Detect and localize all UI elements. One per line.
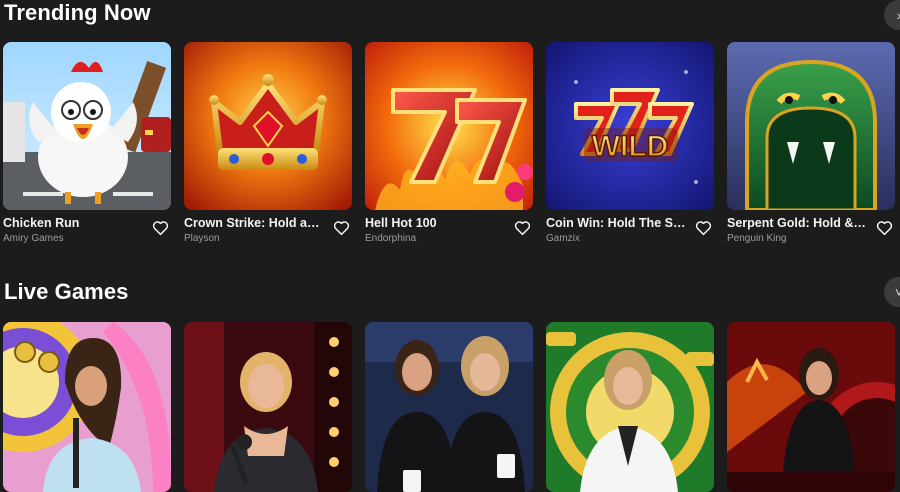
game-card[interactable]: WILD Coin Win: Hold The Spin Gamzix <box>546 42 714 256</box>
crown-art <box>184 42 352 210</box>
game-provider: Penguin King <box>727 233 787 244</box>
wheel-dealer-art <box>3 322 171 492</box>
snake-art <box>727 42 895 210</box>
trending-games-row: Chicken Run Amiry Games Crown Strike: Ho… <box>3 42 895 256</box>
live-scroll-button[interactable]: ˅ <box>884 277 900 307</box>
chevron-down-icon: ˅ <box>894 284 900 300</box>
trending-scroll-button[interactable]: › <box>884 0 900 30</box>
live-game-card[interactable] <box>3 322 171 492</box>
game-title[interactable]: Serpent Gold: Hold & Win <box>727 216 869 230</box>
game-provider: Playson <box>184 233 220 244</box>
game-provider: Endorphina <box>365 233 417 244</box>
game-thumbnail-serpent-gold[interactable] <box>727 42 895 210</box>
live-games-row <box>3 322 895 492</box>
game-card[interactable]: Serpent Gold: Hold & Win Penguin King <box>727 42 895 256</box>
live-game-thumbnail[interactable] <box>365 322 533 492</box>
favorite-heart-icon[interactable] <box>694 219 712 237</box>
chevron-right-icon: › <box>897 7 900 23</box>
game-thumbnail-chicken-run[interactable] <box>3 42 171 210</box>
favorite-heart-icon[interactable] <box>332 219 350 237</box>
chicken-art <box>3 42 171 210</box>
favorite-heart-icon[interactable] <box>875 219 893 237</box>
live-game-thumbnail[interactable] <box>727 322 895 492</box>
game-provider: Amiry Games <box>3 233 64 244</box>
seven-art <box>365 42 533 210</box>
favorite-heart-icon[interactable] <box>513 219 531 237</box>
game-thumbnail-crown-strike[interactable] <box>184 42 352 210</box>
trending-section-title: Trending Now <box>4 0 151 25</box>
green-wheel-dealer-art <box>546 322 714 492</box>
favorite-heart-icon[interactable] <box>151 219 169 237</box>
roulette-dealer-art <box>727 322 895 492</box>
wild-art: WILD <box>546 42 714 210</box>
live-game-thumbnail[interactable] <box>546 322 714 492</box>
live-section-title: Live Games <box>4 279 129 304</box>
live-game-card[interactable] <box>727 322 895 492</box>
game-provider: Gamzix <box>546 233 580 244</box>
live-game-thumbnail[interactable] <box>184 322 352 492</box>
game-title[interactable]: Crown Strike: Hold and ... <box>184 216 326 230</box>
two-dealers-art <box>365 322 533 492</box>
game-card[interactable]: Chicken Run Amiry Games <box>3 42 171 256</box>
live-game-thumbnail[interactable] <box>3 322 171 492</box>
live-game-card[interactable] <box>546 322 714 492</box>
game-thumbnail-hell-hot-100[interactable] <box>365 42 533 210</box>
game-title[interactable]: Hell Hot 100 <box>365 216 507 230</box>
game-title[interactable]: Chicken Run <box>3 216 145 230</box>
dealer-microphone-art <box>184 322 352 492</box>
game-thumbnail-coin-win[interactable]: WILD <box>546 42 714 210</box>
game-card[interactable]: Hell Hot 100 Endorphina <box>365 42 533 256</box>
game-card[interactable]: Crown Strike: Hold and ... Playson <box>184 42 352 256</box>
svg-text:WILD: WILD <box>592 130 669 163</box>
game-title[interactable]: Coin Win: Hold The Spin <box>546 216 688 230</box>
live-game-card[interactable] <box>365 322 533 492</box>
live-game-card[interactable] <box>184 322 352 492</box>
